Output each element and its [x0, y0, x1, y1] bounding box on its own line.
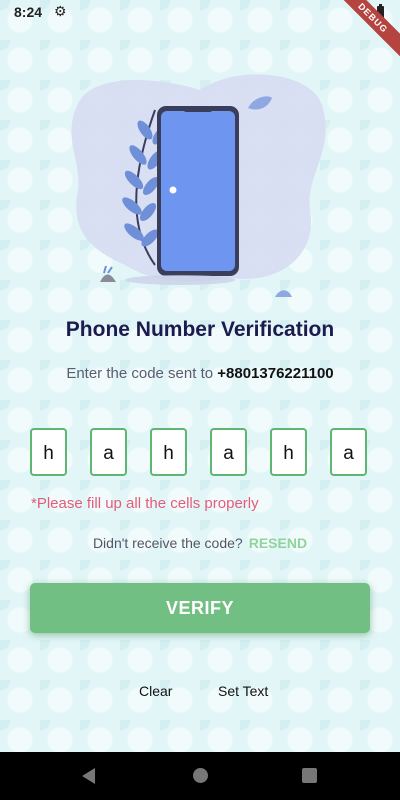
verify-button[interactable]: VERIFY	[30, 583, 370, 633]
subtitle: Enter the code sent to +8801376221100	[0, 365, 400, 382]
subtitle-prefix: Enter the code sent to	[66, 365, 218, 382]
phone-shadow	[125, 275, 235, 285]
otp-input-row: h a h a h a	[30, 428, 370, 478]
resend-button[interactable]: RESEND	[249, 535, 307, 551]
error-message: *Please fill up all the cells properly	[31, 495, 259, 512]
otp-cell-4[interactable]: a	[210, 428, 247, 476]
otp-cell-3[interactable]: h	[150, 428, 187, 476]
navigation-bar	[0, 752, 400, 800]
rock-shape	[100, 274, 116, 282]
otp-cell-6[interactable]: a	[330, 428, 367, 476]
status-bar: 8:24 ⚙	[0, 0, 400, 24]
phone-notch	[184, 107, 212, 112]
otp-cell-1[interactable]: h	[30, 428, 67, 476]
resend-row: Didn't receive the code? RESEND	[0, 535, 400, 551]
page-title: Phone Number Verification	[65, 318, 335, 341]
nav-recent-icon[interactable]	[302, 768, 317, 783]
small-bush	[275, 290, 292, 297]
phone-number: +8801376221100	[217, 365, 334, 382]
otp-cell-2[interactable]: a	[90, 428, 127, 476]
nav-home-icon[interactable]	[193, 768, 208, 783]
clear-button[interactable]: Clear	[139, 683, 172, 699]
gear-icon: ⚙	[54, 3, 67, 19]
otp-cell-5[interactable]: h	[270, 428, 307, 476]
set-text-button[interactable]: Set Text	[218, 683, 268, 699]
grass-sprout	[103, 265, 113, 274]
phone-illustration	[71, 74, 326, 297]
resend-prompt: Didn't receive the code?	[92, 535, 243, 551]
status-time: 8:24	[14, 4, 43, 20]
phone-dot	[169, 186, 177, 194]
nav-back-icon[interactable]	[82, 768, 95, 784]
